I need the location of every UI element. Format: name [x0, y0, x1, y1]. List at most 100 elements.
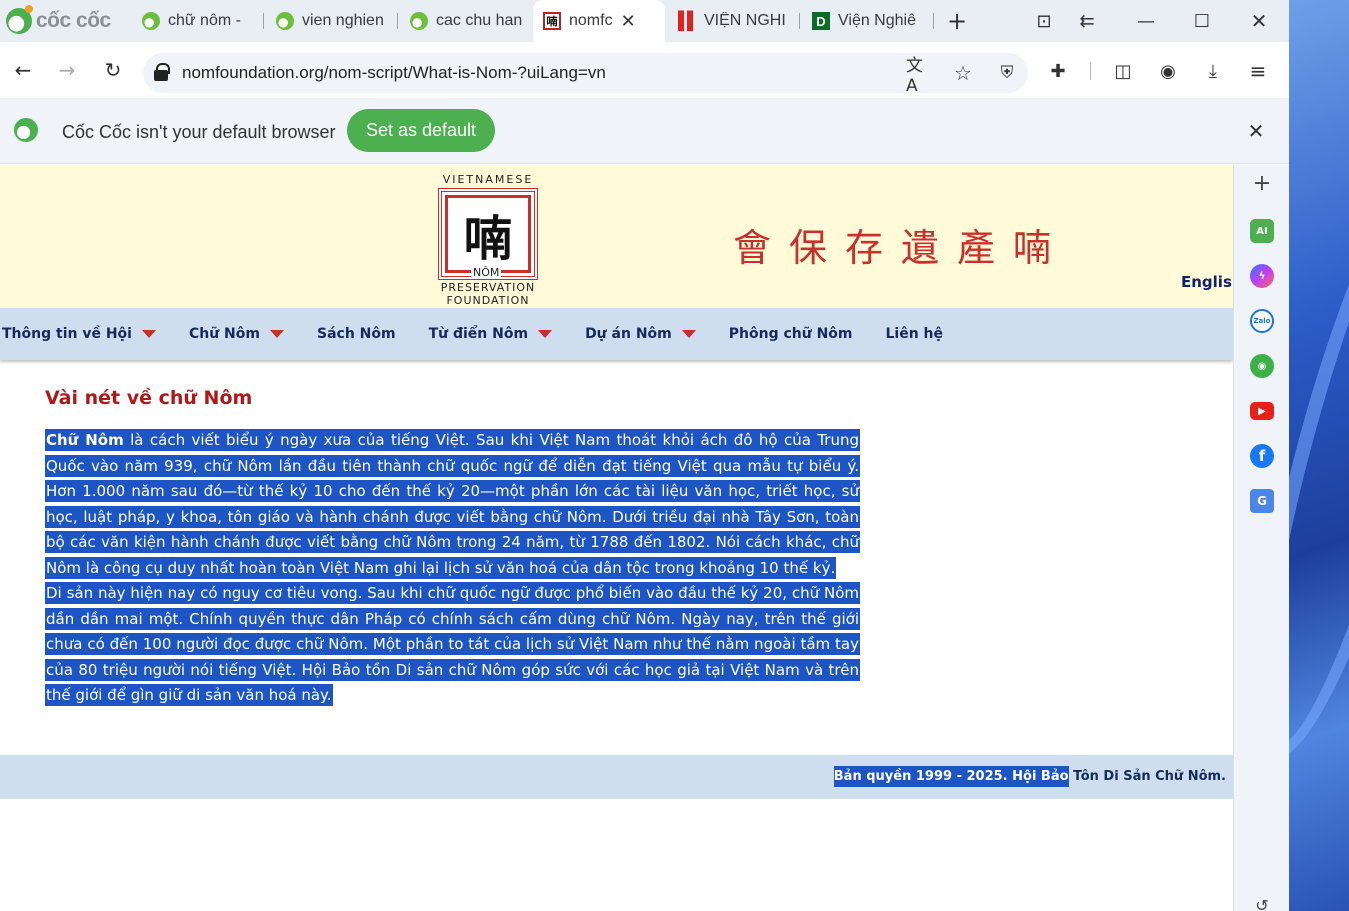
menu-item-label: Phông chữ Nôm: [728, 326, 853, 342]
coccoc-favicon-icon: [410, 12, 428, 30]
tab-history-icon[interactable]: ⇇: [1071, 5, 1103, 37]
menu-item-thong-tin-ve-hoi[interactable]: Thông tin về Hội: [2, 326, 156, 342]
default-browser-infobar: Cốc Cốc isn't your default browser Set a…: [0, 98, 1289, 164]
reload-icon[interactable]: ↻: [99, 56, 127, 84]
tab-1[interactable]: chữ nôm -: [132, 5, 264, 37]
main-menu: Thông tin về Hội Chữ Nôm Sách Nôm Từ điể…: [0, 308, 1233, 360]
menu-item-label: Chữ Nôm: [188, 326, 260, 342]
new-tab-button[interactable]: +: [941, 5, 973, 37]
han-nom-title: 會保存遺產喃: [733, 226, 1070, 270]
tab-separator: [263, 13, 264, 29]
youtube-icon[interactable]: ▶: [1250, 402, 1274, 420]
facebook-icon[interactable]: f: [1250, 444, 1274, 468]
logo-bottom-line2: FOUNDATION: [446, 294, 530, 307]
google-translate-icon[interactable]: G: [1250, 489, 1274, 513]
right-sidebar: + AI ϟ Zalo ◉ ▶ f G ↺: [1233, 165, 1289, 911]
nom-favicon-icon: 喃: [543, 12, 561, 30]
menu-icon[interactable]: ≡: [1245, 58, 1271, 84]
close-tab-icon[interactable]: ✕: [621, 11, 636, 32]
tab-title: cac chu han: [436, 12, 522, 29]
menu-item-phong-chu-nom[interactable]: Phông chữ Nôm: [729, 326, 853, 342]
tab-2[interactable]: vien nghien: [266, 5, 398, 37]
tab-6[interactable]: D Viện Nghiê: [802, 5, 934, 37]
split-view-icon[interactable]: ◫: [1110, 58, 1136, 84]
zalo-label: Zalo: [1253, 317, 1271, 325]
logo-bottom-line1: PRESERVATION: [440, 281, 536, 294]
article: Vài nét về chữ Nôm Chữ Nôm là cách viết …: [45, 387, 861, 709]
menu-item-label: Từ điển Nôm: [428, 326, 529, 342]
history-icon[interactable]: ↺: [1250, 893, 1274, 911]
ai-label: AI: [1256, 225, 1268, 237]
tab-title: Viện Nghiê: [838, 12, 916, 29]
menu-item-tu-dien-nom[interactable]: Từ điển Nôm: [428, 326, 553, 342]
coccoc-logo-icon: [14, 118, 38, 142]
article-title: Vài nét về chữ Nôm: [45, 387, 253, 409]
brand-name: cốc cốc: [36, 9, 111, 32]
selected-text: Bản quyền 1999 - 2025. Hội Bảo: [833, 766, 1069, 787]
set-as-default-button[interactable]: Set as default: [347, 109, 495, 152]
tab-title: chữ nôm -: [168, 12, 241, 29]
paragraph-text: là cách viết biểu ý ngày xưa của tiếng V…: [46, 431, 860, 577]
toolbar-separator: [1090, 62, 1091, 80]
tab-active[interactable]: 喃 nomfc ✕: [533, 0, 665, 42]
close-window-icon[interactable]: ✕: [1243, 5, 1275, 37]
menu-item-label: Thông tin về Hội: [2, 326, 132, 342]
add-sidebar-app-icon[interactable]: +: [1250, 171, 1274, 196]
tab-3[interactable]: cac chu han: [400, 5, 532, 37]
copyright-text: Bản quyền 1999 - 2025. Hội Bảo Tôn Di Sả…: [833, 766, 1226, 787]
menu-item-du-an-nom[interactable]: Dự án Nôm: [585, 326, 696, 342]
coccoc-favicon-icon: [276, 12, 294, 30]
browser-window: cốc cốc chữ nôm - vien nghien cac chu ha…: [0, 0, 1289, 911]
site-header: VIETNAMESE 喃 NÔM PRESERVATION FOUNDATION…: [0, 165, 1233, 308]
tab-separator: [397, 13, 398, 29]
game-controller-icon[interactable]: ◉: [1250, 354, 1274, 378]
logo-bottom-text: PRESERVATION FOUNDATION: [437, 281, 539, 307]
desktop-wallpaper: [1289, 0, 1349, 911]
zalo-icon[interactable]: Zalo: [1250, 309, 1274, 333]
lock-icon[interactable]: [154, 63, 170, 81]
download-icon[interactable]: ⤓: [1200, 58, 1226, 84]
article-paragraph-1: Chữ Nôm là cách viết biểu ý ngày xưa của…: [45, 428, 861, 581]
browser-toolbar: ← → ↻ nomfoundation.org/nom-script/What-…: [0, 42, 1289, 98]
site-footer: Bản quyền 1999 - 2025. Hội Bảo Tôn Di Sả…: [0, 755, 1233, 799]
ai-assistant-icon[interactable]: AI: [1250, 219, 1274, 243]
infobar-message: Cốc Cốc isn't your default browser: [62, 122, 336, 142]
tab-strip: cốc cốc chữ nôm - vien nghien cac chu ha…: [0, 0, 1289, 42]
english-language-link[interactable]: Englis: [1181, 273, 1232, 291]
url-text[interactable]: nomfoundation.org/nom-script/What-is-Nom…: [182, 63, 606, 83]
tab-separator: [933, 13, 934, 29]
menu-item-label: Sách Nôm: [316, 326, 396, 342]
tab-separator: [799, 13, 800, 29]
copyright-rest: Tôn Di Sản Chữ Nôm.: [1068, 769, 1226, 784]
menu-item-label: Dự án Nôm: [585, 326, 672, 342]
menu-item-chu-nom[interactable]: Chữ Nôm: [189, 326, 284, 342]
bookmark-star-icon[interactable]: ☆: [951, 61, 975, 85]
shield-icon[interactable]: ⛨: [995, 61, 1019, 85]
forward-icon[interactable]: →: [53, 56, 81, 84]
menu-item-label: Liên hệ: [885, 326, 944, 342]
logo-nom-text: NÔM: [471, 266, 502, 279]
back-icon[interactable]: ←: [9, 56, 37, 84]
maximize-icon[interactable]: ☐: [1186, 5, 1218, 37]
menu-item-sach-nom[interactable]: Sách Nôm: [317, 326, 396, 342]
tab-title: VIỆN NGHI: [704, 12, 786, 29]
vien-favicon-icon: ▌▌: [677, 11, 699, 30]
profile-icon[interactable]: ◉: [1155, 58, 1181, 84]
caret-down-icon: [538, 330, 553, 338]
tab-title: vien nghien: [302, 12, 384, 29]
tab-5[interactable]: ▌▌ VIỆN NGHI: [668, 5, 800, 37]
article-paragraph-2: Di sản này hiện nay có nguy cơ tiêu vong…: [45, 581, 860, 709]
browser-brand[interactable]: cốc cốc: [6, 5, 111, 36]
coccoc-favicon-icon: [142, 12, 160, 30]
extensions-icon[interactable]: ✚: [1045, 58, 1071, 84]
menu-item-lien-he[interactable]: Liên hệ: [886, 326, 944, 342]
logo-top-text: VIETNAMESE: [442, 173, 534, 186]
logo-glyph: 喃: [463, 211, 512, 267]
close-infobar-icon[interactable]: ✕: [1243, 118, 1269, 144]
tab-search-icon[interactable]: ⊡: [1028, 5, 1060, 37]
translate-icon[interactable]: 文A: [906, 56, 930, 96]
messenger-icon[interactable]: ϟ: [1250, 264, 1274, 288]
minimize-icon[interactable]: —: [1130, 5, 1162, 37]
site-logo[interactable]: VIETNAMESE 喃 NÔM PRESERVATION FOUNDATION: [437, 173, 539, 307]
address-bar[interactable]: nomfoundation.org/nom-script/What-is-Nom…: [143, 53, 1028, 96]
